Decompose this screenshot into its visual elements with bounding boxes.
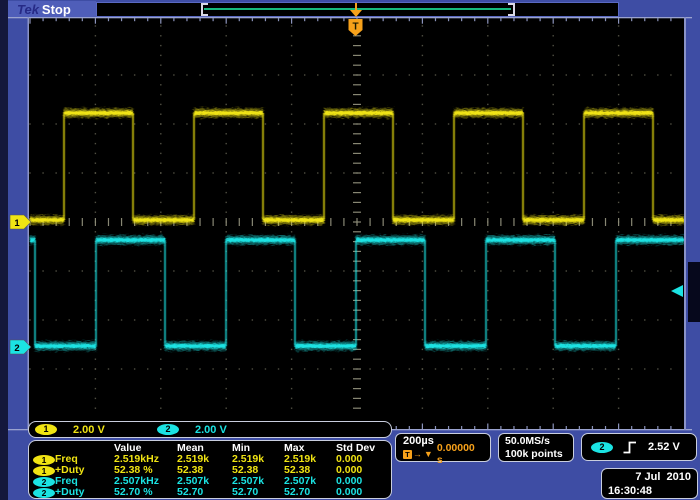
rising-edge-slope-icon — [622, 440, 638, 455]
measurement-mean: 52.70 — [177, 487, 232, 499]
waveform-traces — [30, 109, 684, 351]
trigger-source-badge: 2 — [591, 442, 613, 453]
trigger-position-arrow-icon[interactable] — [355, 3, 358, 10]
right-bezel-notch — [688, 262, 700, 322]
time-readout: 16:30:48 — [608, 484, 691, 498]
measurement-min: 52.70 — [232, 487, 284, 499]
trigger-readout-box[interactable]: 2 2.52 V — [581, 433, 697, 461]
ch2-badge: 2 — [33, 488, 55, 498]
measurement-name: +Duty — [55, 487, 114, 499]
ch2-scale-readout[interactable]: 2.00 V — [195, 424, 227, 436]
oscilloscope-screen: T 1 2 Tek Stop 1 2.00 V 2 2.00 V — [0, 0, 700, 500]
ch2-trace — [30, 236, 684, 351]
measurements-panel: Value Mean Min Max Std Dev 1 Freq 2.519k… — [28, 440, 392, 499]
arrow-right-icon: → — [413, 449, 422, 459]
graticule-right-frame — [684, 17, 686, 430]
timebase-readout-box[interactable]: 200µs T → ▼ 0.00000 s — [395, 433, 491, 462]
trigger-t-icon: T — [403, 450, 412, 459]
ch2-marker-label: 2 — [14, 343, 19, 354]
acquisition-readout-box: 50.0MS/s 100k points — [498, 433, 574, 462]
status-tab: Tek Stop — [8, 1, 96, 17]
trigger-level-readout: 2.52 V — [648, 441, 680, 453]
ch1-trace — [30, 109, 684, 225]
ch2-badge[interactable]: 2 — [157, 424, 179, 435]
channel-scale-bar: 1 2.00 V 2 2.00 V — [28, 421, 392, 438]
trigger-position-arrowhead-icon — [350, 10, 362, 17]
ch1-badge[interactable]: 1 — [35, 424, 57, 435]
ch1-badge: 1 — [33, 466, 55, 476]
measurement-row: 2 +Duty 52.70 % 52.70 52.70 52.70 0.000 — [29, 487, 391, 498]
zoom-window-left-bracket-icon[interactable] — [201, 3, 208, 16]
trigger-level-arrow-icon[interactable] — [671, 285, 683, 297]
ch1-scale-readout[interactable]: 2.00 V — [73, 424, 105, 436]
measurement-max: 52.70 — [284, 487, 336, 499]
horizontal-delay-readout: 0.00000 s — [437, 442, 483, 466]
ch2-badge: 2 — [33, 477, 55, 487]
trigger-position-flag-icon[interactable]: T — [349, 19, 363, 36]
graticule-top-frame — [8, 17, 692, 18]
measurement-value: 52.70 % — [114, 487, 177, 499]
sample-rate: 50.0MS/s — [505, 435, 567, 448]
measurement-std: 0.000 — [336, 487, 393, 499]
date-readout: 7 Jul 2010 — [608, 470, 691, 484]
record-length: 100k points — [505, 448, 567, 461]
ch1-badge: 1 — [33, 455, 55, 465]
zoom-window-right-bracket-icon[interactable] — [508, 3, 515, 16]
acquisition-status: Stop — [42, 2, 71, 17]
ch1-marker-label: 1 — [14, 218, 20, 229]
tek-logo: Tek — [17, 2, 39, 17]
triangle-down-icon: ▼ — [424, 449, 433, 459]
datetime-box: 7 Jul 2010 16:30:48 — [601, 468, 698, 499]
trigger-flag-label: T — [352, 22, 358, 33]
